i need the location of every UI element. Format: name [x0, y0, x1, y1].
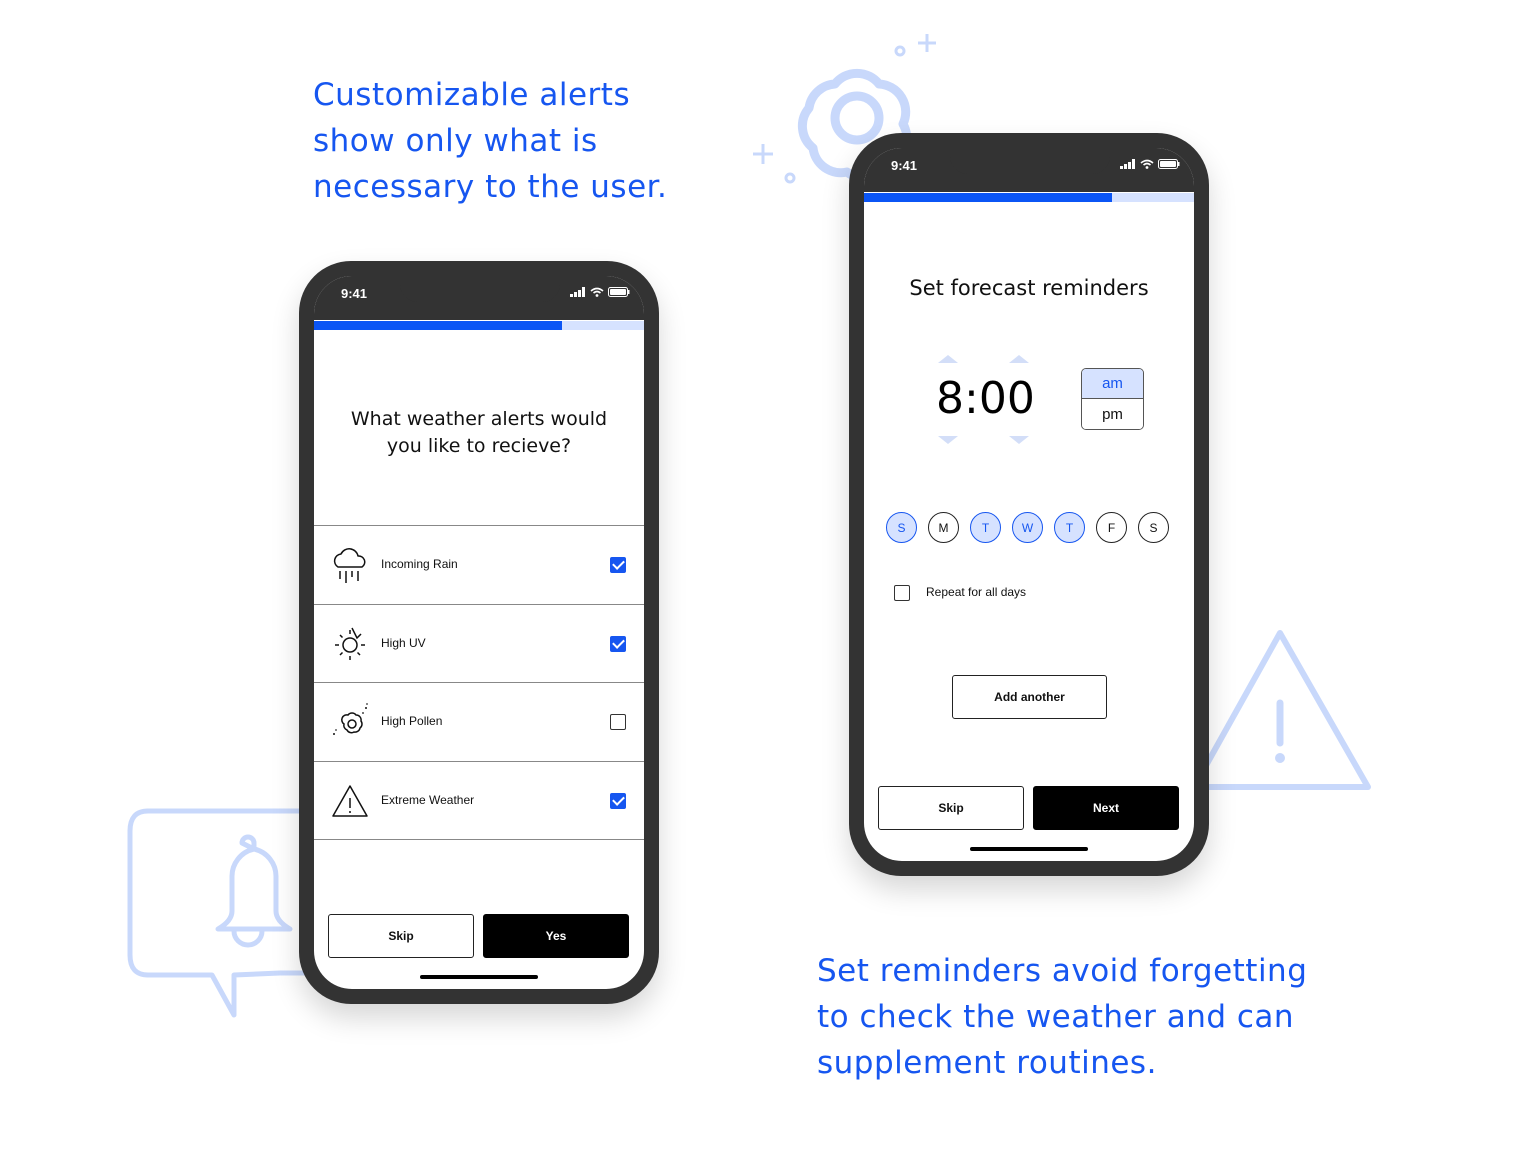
day-friday[interactable]: F	[1096, 512, 1127, 543]
hour-down-arrow[interactable]	[938, 436, 958, 444]
status-time: 9:41	[891, 158, 918, 173]
caption-line: to check the weather and can	[817, 999, 1295, 1035]
yes-button[interactable]: Yes	[483, 914, 629, 958]
pollen-flower-icon	[333, 703, 368, 735]
alerts-caption: Customizable alerts show only what is ne…	[313, 72, 667, 210]
skip-button[interactable]: Skip	[878, 786, 1024, 830]
status-bar: 9:41	[864, 148, 1194, 192]
alert-checkbox[interactable]	[610, 792, 626, 809]
caption-line: Customizable alerts	[313, 77, 631, 113]
skip-button[interactable]: Skip	[328, 914, 474, 958]
warning-icon	[332, 784, 368, 817]
battery-icon	[608, 287, 630, 297]
signal-icon	[570, 287, 585, 297]
am-option[interactable]: am	[1082, 369, 1143, 399]
caption-line: show only what is	[313, 123, 598, 159]
alert-checkbox[interactable]	[610, 714, 626, 730]
day-saturday[interactable]: S	[1138, 512, 1169, 543]
add-another-button[interactable]: Add another	[952, 675, 1107, 719]
day-selector: S M T W T F S	[886, 512, 1169, 543]
question-line: What weather alerts would	[350, 408, 608, 430]
warning-triangle-icon	[1191, 630, 1371, 790]
minute-down-arrow[interactable]	[1009, 436, 1029, 444]
progress-fill	[864, 193, 1112, 202]
repeat-label: Repeat for all days	[926, 585, 1027, 599]
alerts-phone: 9:41 What weather alerts would you like …	[299, 261, 659, 1004]
alert-row-incoming-rain[interactable]: Incoming Rain	[314, 526, 644, 605]
alert-row-high-pollen[interactable]: High Pollen	[314, 683, 644, 762]
hour-up-arrow[interactable]	[938, 355, 958, 363]
status-icons	[1120, 159, 1180, 169]
alert-label: Incoming Rain	[381, 557, 458, 571]
rain-cloud-icon	[333, 548, 366, 583]
notch	[400, 276, 560, 302]
day-thursday[interactable]: T	[1054, 512, 1085, 543]
next-button[interactable]: Next	[1033, 786, 1179, 830]
wifi-icon	[590, 287, 604, 297]
alert-checkbox[interactable]	[610, 635, 626, 652]
reminder-phone: 9:41 Set forecast reminders 8:00 am pm S…	[849, 133, 1209, 876]
wifi-icon	[1140, 159, 1154, 169]
time-display[interactable]: 8:00	[936, 373, 1035, 424]
day-monday[interactable]: M	[928, 512, 959, 543]
alert-label: Extreme Weather	[381, 792, 475, 807]
caption-line: Set reminders avoid forgetting	[817, 953, 1308, 989]
day-tuesday[interactable]: T	[970, 512, 1001, 543]
sun-uv-icon	[335, 627, 365, 660]
alert-row-extreme-weather[interactable]: Extreme Weather	[314, 762, 644, 840]
bell-speech-bubble-icon	[127, 808, 315, 1018]
progress-bar	[314, 321, 644, 330]
alert-checkbox[interactable]	[610, 557, 626, 573]
pm-option[interactable]: pm	[1082, 399, 1143, 429]
caption-line: necessary to the user.	[313, 169, 668, 205]
status-icons	[570, 287, 630, 297]
signal-icon	[1120, 159, 1135, 169]
reminder-title: Set forecast reminders	[909, 276, 1149, 300]
progress-fill	[314, 321, 562, 330]
day-wednesday[interactable]: W	[1012, 512, 1043, 543]
status-bar: 9:41	[314, 276, 644, 320]
battery-icon	[1158, 159, 1180, 169]
am-pm-toggle[interactable]: am pm	[1081, 368, 1144, 430]
home-indicator	[420, 975, 538, 979]
question-line: you like to recieve?	[386, 435, 572, 457]
question-text: What weather alerts would you like to re…	[314, 406, 644, 460]
notch	[950, 148, 1110, 174]
home-indicator	[970, 847, 1088, 851]
caption-line: supplement routines.	[817, 1045, 1157, 1081]
status-time: 9:41	[341, 286, 368, 301]
progress-bar	[864, 193, 1194, 202]
minute-up-arrow[interactable]	[1009, 355, 1029, 363]
alert-list: Incoming Rain High UV High Pollen Extrem…	[314, 525, 644, 840]
alert-row-high-uv[interactable]: High UV	[314, 605, 644, 683]
alerts-screen: 9:41 What weather alerts would you like …	[314, 276, 644, 989]
alert-label: High Pollen	[381, 714, 443, 728]
reminder-screen: 9:41 Set forecast reminders 8:00 am pm S…	[864, 148, 1194, 861]
day-sunday[interactable]: S	[886, 512, 917, 543]
alert-label: High UV	[381, 635, 426, 650]
reminders-caption: Set reminders avoid forgetting to check …	[817, 948, 1307, 1086]
repeat-checkbox[interactable]	[894, 585, 910, 601]
